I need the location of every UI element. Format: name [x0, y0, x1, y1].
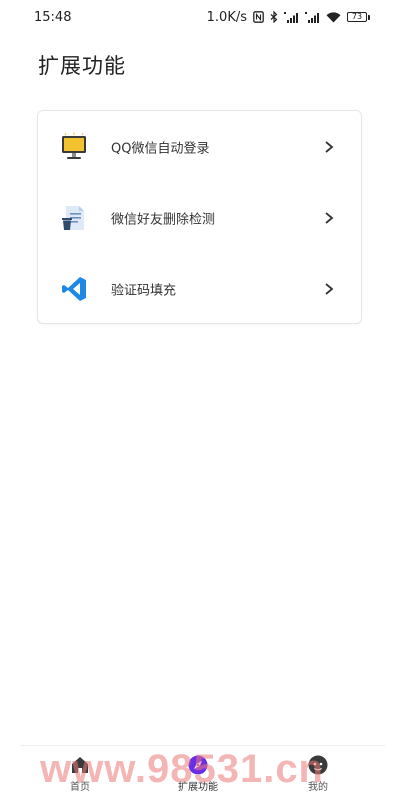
computer-monitor-icon	[58, 131, 90, 163]
vscode-icon	[58, 273, 90, 305]
nfc-icon	[253, 11, 264, 23]
nav-label: 首页	[70, 782, 90, 793]
chevron-right-icon	[325, 212, 334, 224]
bluetooth-icon	[270, 11, 278, 23]
nav-item-profile[interactable]: 我的	[283, 754, 353, 793]
feature-item-captcha-fill[interactable]: 验证码填充	[38, 253, 361, 325]
battery-icon: 73	[347, 12, 370, 22]
wifi-icon	[326, 11, 341, 23]
nav-item-home[interactable]: 首页	[45, 754, 115, 793]
profile-icon	[307, 754, 329, 776]
page-title: 扩展功能	[38, 54, 126, 78]
compass-icon	[187, 754, 209, 776]
feature-label: 微信好友删除检测	[111, 212, 216, 228]
home-icon	[69, 754, 91, 776]
feature-item-wechat-friend-delete-check[interactable]: 微信好友删除检测	[38, 182, 361, 254]
signal-hd-2-icon	[305, 11, 320, 23]
status-time: 15:48	[34, 9, 72, 25]
nav-label: 我的	[308, 782, 328, 793]
chevron-right-icon	[325, 141, 334, 153]
nav-label: 扩展功能	[178, 782, 218, 793]
feature-card: QQ微信自动登录 微信好友删除检测 验证码填充	[37, 110, 362, 324]
document-trash-icon	[58, 202, 90, 234]
feature-item-qq-wechat-auto-login[interactable]: QQ微信自动登录	[38, 111, 361, 183]
feature-label: QQ微信自动登录	[111, 141, 210, 157]
nav-item-extensions[interactable]: 扩展功能	[163, 754, 233, 793]
network-speed: 1.0K/s	[206, 9, 247, 25]
bottom-nav: 首页 扩展功能 我的	[20, 745, 385, 805]
status-icons: 1.0K/s 73	[206, 9, 370, 25]
feature-label: 验证码填充	[111, 283, 177, 299]
chevron-right-icon	[325, 283, 334, 295]
signal-hd-1-icon	[284, 11, 299, 23]
status-bar: 15:48 1.0K/s 73	[0, 0, 405, 34]
